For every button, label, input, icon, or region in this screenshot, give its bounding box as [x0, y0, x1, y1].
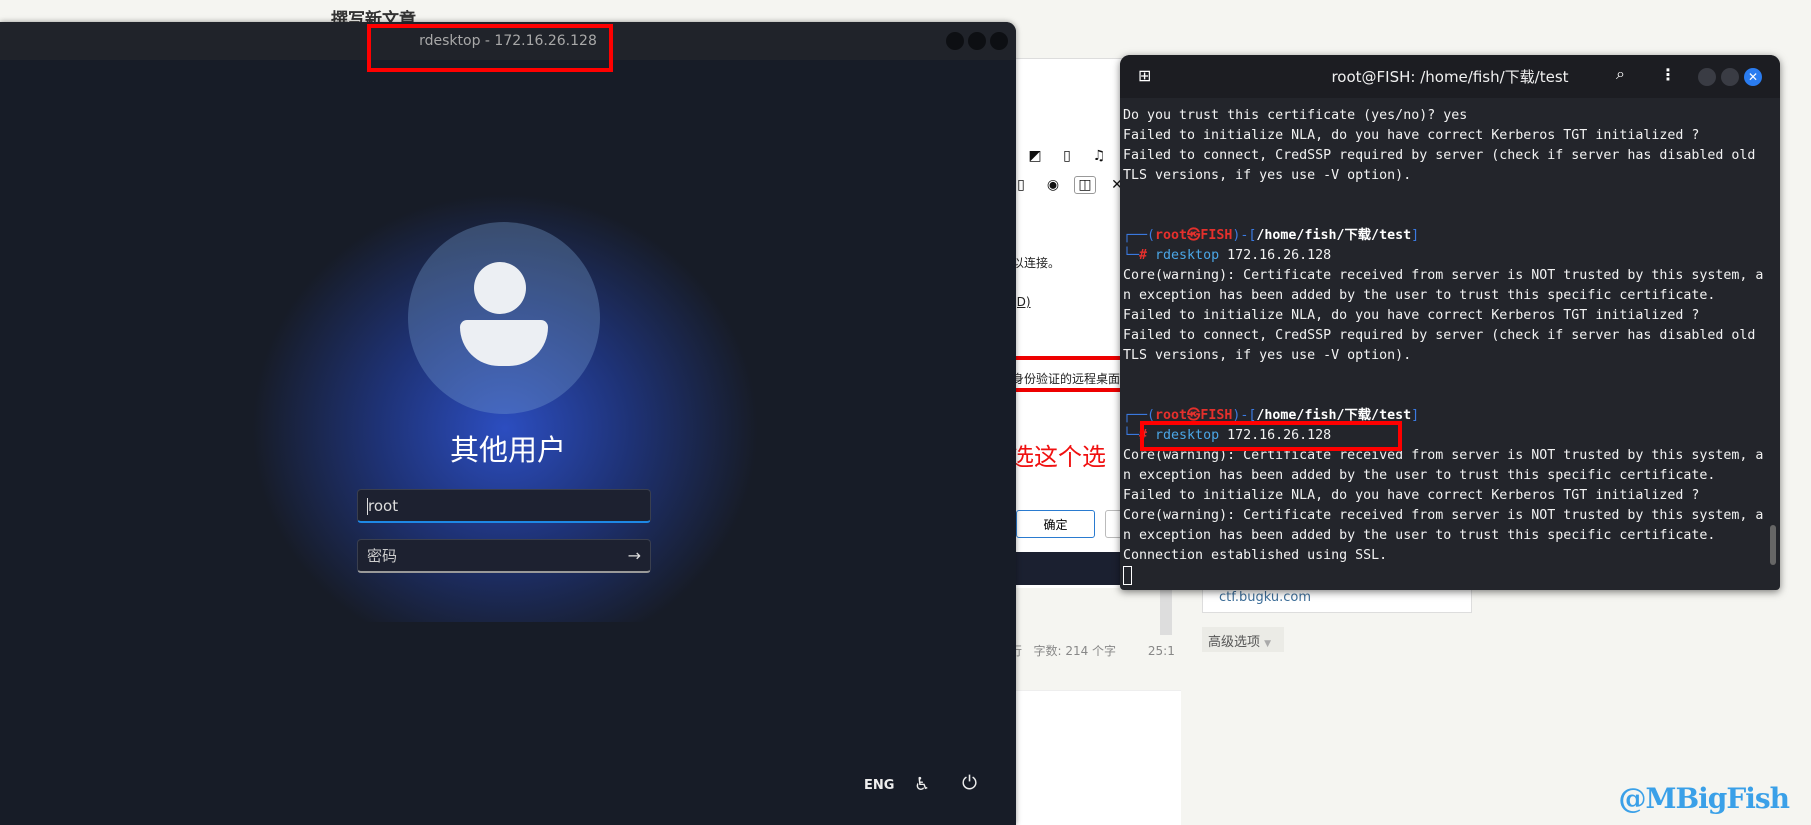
terminal-window: root@FISH: /home/fish/下载/test ⊞ ⌕ ⋮ ✕ Do… [1120, 55, 1780, 590]
prompt-user: root㉿FISH [1155, 228, 1233, 243]
output-line: TLS versions, if yes use -V option). [1123, 168, 1412, 183]
prompt-path: /home/fish/下载/test [1256, 228, 1412, 243]
prompt-box: └─ [1123, 428, 1140, 443]
terminal-scrollbar[interactable] [1770, 525, 1776, 565]
terminal-titlebar[interactable]: root@FISH: /home/fish/下载/test [1120, 55, 1780, 98]
output-line: n exception has been added by the user t… [1123, 528, 1716, 543]
editor-status-bar: 行 字数: 214 个字 25:1 [1010, 642, 1175, 659]
password-input[interactable]: 密码 → [357, 539, 651, 573]
prompt-box: ] [1411, 408, 1420, 423]
command: rdesktop [1155, 248, 1220, 263]
music-icon[interactable]: ♫ [1088, 148, 1110, 164]
annotation-box [1140, 421, 1402, 451]
output-line: Core(warning): Certificate received from… [1123, 508, 1763, 523]
annotation-text: 选这个选 [1010, 443, 1106, 471]
command-arg: 172.16.26.128 [1219, 248, 1332, 263]
embed-icon[interactable]: ◩ [1024, 148, 1046, 164]
prompt-box: ] [1411, 228, 1420, 243]
prompt-box: ┌──( [1123, 228, 1156, 243]
power-icon[interactable]: ⏻ [962, 772, 977, 794]
new-tab-icon[interactable]: ⊞ [1138, 66, 1151, 85]
accessibility-icon[interactable]: ♿ [914, 774, 930, 795]
username-input[interactable]: root [357, 489, 651, 523]
text-fragment: 以连接。 [1012, 256, 1061, 270]
output-line: Failed to connect, CredSSP required by s… [1123, 328, 1756, 343]
language-button[interactable]: ENG [864, 778, 894, 793]
output-line: n exception has been added by the user t… [1123, 288, 1716, 303]
prompt-hash: # [1139, 248, 1156, 263]
advanced-options-label: 高级选项 [1208, 635, 1261, 650]
ok-button[interactable]: 确定 [1016, 510, 1095, 538]
annotation-line [1016, 356, 1120, 360]
output-line: Failed to connect, CredSSP required by s… [1123, 148, 1756, 163]
scrollbar[interactable] [1160, 585, 1172, 635]
output-line: Connection established using SSL. [1123, 548, 1388, 563]
watermark: @MBigFish [1618, 782, 1790, 815]
minimize-button[interactable] [946, 32, 964, 50]
maximize-button[interactable] [1721, 68, 1739, 86]
submit-arrow-icon[interactable]: → [628, 546, 641, 565]
terminal-title: root@FISH: /home/fish/下载/test [1331, 68, 1569, 86]
terminal-cursor [1123, 566, 1132, 585]
dialog-footer [1016, 552, 1126, 585]
cursor-position: 25:1 [1147, 644, 1175, 658]
close-button[interactable]: ✕ [1744, 68, 1762, 86]
caret-down-icon: ▼ [1264, 639, 1272, 649]
output-line: Do you trust this certificate (yes/no)? … [1123, 108, 1468, 123]
preview-eye-icon[interactable]: ◉ [1042, 177, 1064, 193]
maximize-button[interactable] [968, 32, 986, 50]
prompt-line: ┌──(root㉿FISH)-[/home/fish/下载/test] [1123, 226, 1763, 246]
avatar [408, 222, 600, 414]
password-placeholder: 密码 [367, 547, 398, 565]
rdesktop-window: rdesktop - 172.16.26.128 其他用户 root 密码 → E… [0, 22, 1016, 825]
output-line: Failed to initialize NLA, do you have co… [1123, 488, 1700, 503]
close-button[interactable] [990, 32, 1008, 50]
lower-panel [1016, 690, 1181, 825]
search-icon[interactable]: ⌕ [1616, 64, 1625, 84]
minimize-button[interactable] [1698, 68, 1716, 86]
user-icon [474, 262, 526, 314]
split-view-icon[interactable]: ◫ [1074, 176, 1096, 194]
menu-kebab-icon[interactable]: ⋮ [1660, 65, 1676, 84]
command-line: └─# rdesktop 172.16.26.128 [1123, 246, 1763, 266]
annotation-box [367, 24, 613, 72]
window-controls [946, 32, 1008, 50]
output-line: Failed to initialize NLA, do you have co… [1123, 308, 1700, 323]
advanced-options-button[interactable]: 高级选项 ▼ [1202, 627, 1284, 652]
output-line: n exception has been added by the user t… [1123, 468, 1716, 483]
annotation-line [1016, 388, 1120, 392]
output-line: TLS versions, if yes use -V option). [1123, 348, 1412, 363]
editor-toolbar-row1: ◩ ▯ ♫ [1024, 148, 1110, 164]
prompt-box: )-[ [1232, 228, 1257, 243]
prompt-box: └─ [1123, 248, 1140, 263]
editor-toolbar-row2: ▯ ◉ ◫ ✕ [1010, 176, 1128, 194]
username-value: root [368, 496, 399, 515]
output-line: Core(warning): Certificate received from… [1123, 268, 1763, 283]
user-name: 其他用户 [449, 433, 566, 467]
word-count: 字数: 214 个字 [1033, 644, 1117, 658]
audio-file-icon[interactable]: ▯ [1056, 148, 1078, 164]
output-line: Failed to initialize NLA, do you have co… [1123, 128, 1700, 143]
terminal-output[interactable]: Do you trust this certificate (yes/no)? … [1123, 106, 1763, 586]
